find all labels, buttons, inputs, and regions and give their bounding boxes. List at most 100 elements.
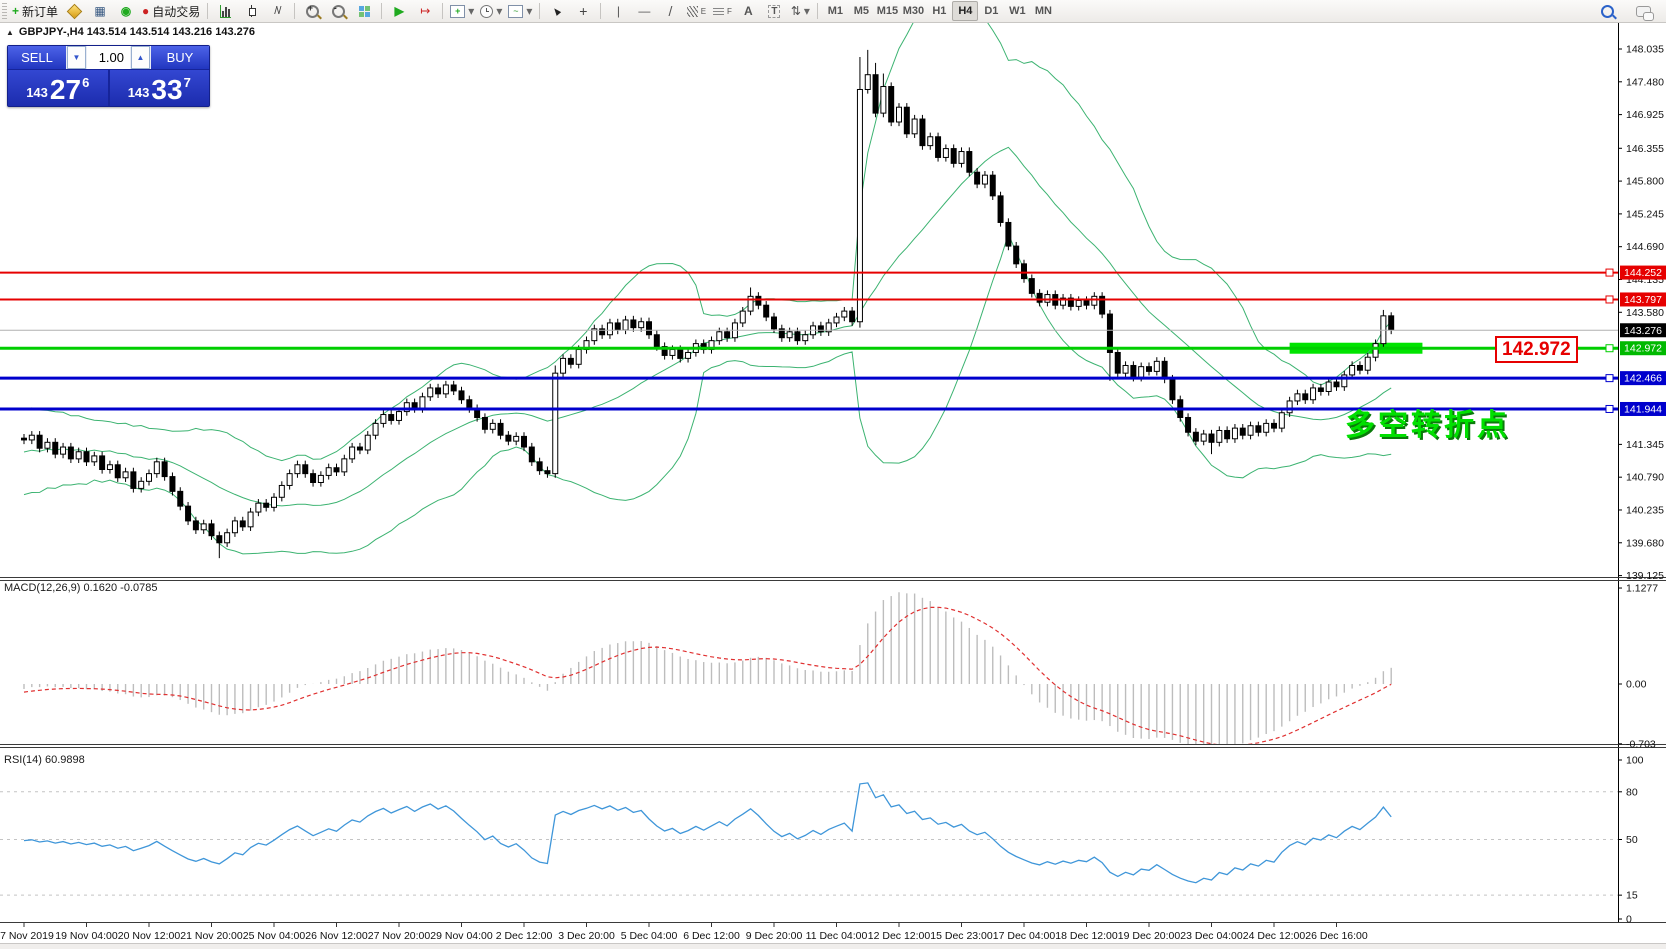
new-order-label: 新订单: [22, 3, 58, 20]
zoom-in-button[interactable]: +: [299, 1, 325, 21]
chart-annotation-text[interactable]: 多空转折点: [1345, 400, 1510, 444]
tile-windows-button[interactable]: [351, 1, 377, 21]
svg-text:19 Dec 20:00: 19 Dec 20:00: [1118, 930, 1181, 942]
profiles-icon: [66, 3, 82, 19]
svg-text:140.235: 140.235: [1626, 504, 1664, 516]
timeframe-button-h1[interactable]: H1: [926, 1, 952, 21]
line-chart-type-button[interactable]: /\/: [264, 1, 290, 21]
crosshair-icon: +: [579, 3, 587, 19]
chart-shift-button[interactable]: ↦: [412, 1, 438, 21]
collapse-ohlc-icon[interactable]: ▲: [6, 28, 14, 37]
vertical-line-button[interactable]: |: [605, 1, 631, 21]
svg-text:80: 80: [1626, 786, 1638, 798]
svg-text:29 Nov 04:00: 29 Nov 04:00: [430, 930, 493, 942]
channel-letter: E: [701, 7, 706, 16]
sell-price-button[interactable]: 143 27 6: [8, 70, 108, 106]
signals-button[interactable]: ◉: [113, 1, 139, 21]
trendline-button[interactable]: /: [657, 1, 683, 21]
svg-text:24 Dec 12:00: 24 Dec 12:00: [1243, 930, 1306, 942]
search-icon: [1601, 5, 1614, 18]
new-chart-icon: +: [450, 5, 465, 18]
chat-icon: [1636, 6, 1651, 17]
zoom-out-icon: -: [332, 5, 345, 18]
autotrading-label: 自动交易: [152, 3, 200, 20]
profiles-button[interactable]: [61, 1, 87, 21]
timeframe-button-m15[interactable]: M15: [874, 1, 900, 21]
text-tool-button[interactable]: A: [735, 1, 761, 21]
period-dropdown-icon: ▾: [496, 4, 502, 18]
indicators-dropdown-icon: ▾: [526, 4, 532, 18]
line-anchor-marker[interactable]: [1606, 375, 1613, 382]
svg-text:147.480: 147.480: [1626, 76, 1664, 88]
text-label-button[interactable]: T: [761, 1, 787, 21]
candlestick-icon: [248, 5, 255, 17]
fibonacci-button[interactable]: F: [709, 1, 735, 21]
chart-ohlc-header: ▲ GBPJPY-,H4 143.514 143.514 143.216 143…: [6, 26, 255, 38]
line-anchor-marker[interactable]: [1606, 405, 1613, 412]
svg-text:148.035: 148.035: [1626, 44, 1664, 56]
price-callout-box[interactable]: 142.972: [1495, 336, 1578, 363]
chart-canvas[interactable]: 148.035147.480146.925146.355145.800145.2…: [0, 0, 1666, 949]
timeframe-button-w1[interactable]: W1: [1004, 1, 1030, 21]
svg-text:26 Dec 16:00: 26 Dec 16:00: [1305, 930, 1368, 942]
horizontal-line-button[interactable]: —: [631, 1, 657, 21]
svg-text:12 Dec 12:00: 12 Dec 12:00: [868, 930, 931, 942]
timeframe-button-m30[interactable]: M30: [900, 1, 926, 21]
rsi-indicator-label: RSI(14) 60.9898: [4, 754, 85, 766]
arrows-tool-button[interactable]: ⇅ ▾: [787, 1, 813, 21]
auto-scroll-button[interactable]: ▶: [386, 1, 412, 21]
new-order-button[interactable]: + 新订单: [9, 1, 61, 21]
svg-text:26 Nov 12:00: 26 Nov 12:00: [305, 930, 368, 942]
timeframe-button-d1[interactable]: D1: [978, 1, 1004, 21]
timeframe-button-h4[interactable]: H4: [952, 1, 978, 21]
toolbar-grip[interactable]: [2, 3, 7, 19]
chat-button[interactable]: [1630, 1, 1656, 21]
autotrading-button[interactable]: ● 自动交易: [139, 1, 203, 21]
buy-button[interactable]: BUY: [151, 46, 209, 69]
volume-input[interactable]: 1.00: [87, 46, 130, 69]
channel-button[interactable]: E: [683, 1, 709, 21]
text-label-icon: T: [768, 5, 780, 18]
svg-text:143.797: 143.797: [1624, 294, 1662, 306]
svg-text:142.972: 142.972: [1624, 343, 1662, 355]
one-click-trading-panel: SELL ▼ 1.00 ▲ BUY 143 27 6 143 33 7: [7, 45, 210, 107]
new-chart-button[interactable]: + ▾: [447, 1, 477, 21]
zoom-out-button[interactable]: -: [325, 1, 351, 21]
fibonacci-icon: [713, 6, 724, 17]
indicators-icon: ~: [508, 5, 523, 18]
line-chart-icon: /\/: [274, 5, 280, 17]
crosshair-button[interactable]: +: [570, 1, 596, 21]
buy-price-button[interactable]: 143 33 7: [110, 70, 210, 106]
line-anchor-marker[interactable]: [1606, 296, 1613, 303]
svg-text:0: 0: [1626, 914, 1632, 926]
volume-increase-button[interactable]: ▲: [131, 46, 150, 69]
toolbar-separator: [207, 3, 208, 19]
cursor-button[interactable]: ▲: [544, 1, 570, 21]
bar-chart-type-button[interactable]: [212, 1, 238, 21]
line-anchor-marker[interactable]: [1606, 269, 1613, 276]
svg-text:-0.703: -0.703: [1626, 738, 1656, 750]
svg-text:141.345: 141.345: [1626, 439, 1664, 451]
period-button[interactable]: ▾: [477, 1, 505, 21]
timeframe-button-m5[interactable]: M5: [848, 1, 874, 21]
sell-button[interactable]: SELL: [8, 46, 66, 69]
search-button[interactable]: [1594, 1, 1620, 21]
market-watch-button[interactable]: ▦: [87, 1, 113, 21]
autotrading-icon: ●: [142, 4, 149, 18]
svg-text:141.944: 141.944: [1624, 403, 1662, 415]
toolbar-separator: [539, 3, 540, 19]
timeframe-button-mn[interactable]: MN: [1030, 1, 1056, 21]
volume-decrease-button[interactable]: ▼: [67, 46, 86, 69]
svg-text:6 Dec 12:00: 6 Dec 12:00: [683, 930, 740, 942]
svg-text:19 Nov 04:00: 19 Nov 04:00: [55, 930, 118, 942]
zoom-in-icon: +: [306, 5, 319, 18]
chart-ohlc-text: GBPJPY-,H4 143.514 143.514 143.216 143.2…: [19, 26, 255, 38]
trendline-icon: /: [668, 3, 672, 19]
timeframe-button-m1[interactable]: M1: [822, 1, 848, 21]
candlestick-type-button[interactable]: [238, 1, 264, 21]
indicators-button[interactable]: ~ ▾: [505, 1, 535, 21]
svg-text:18 Dec 12:00: 18 Dec 12:00: [1055, 930, 1118, 942]
line-anchor-marker[interactable]: [1606, 345, 1613, 352]
toolbar: + 新订单 ▦ ◉ ● 自动交易 /\/ + - ▶ ↦ + ▾: [0, 0, 1666, 23]
svg-text:143.580: 143.580: [1626, 307, 1664, 319]
